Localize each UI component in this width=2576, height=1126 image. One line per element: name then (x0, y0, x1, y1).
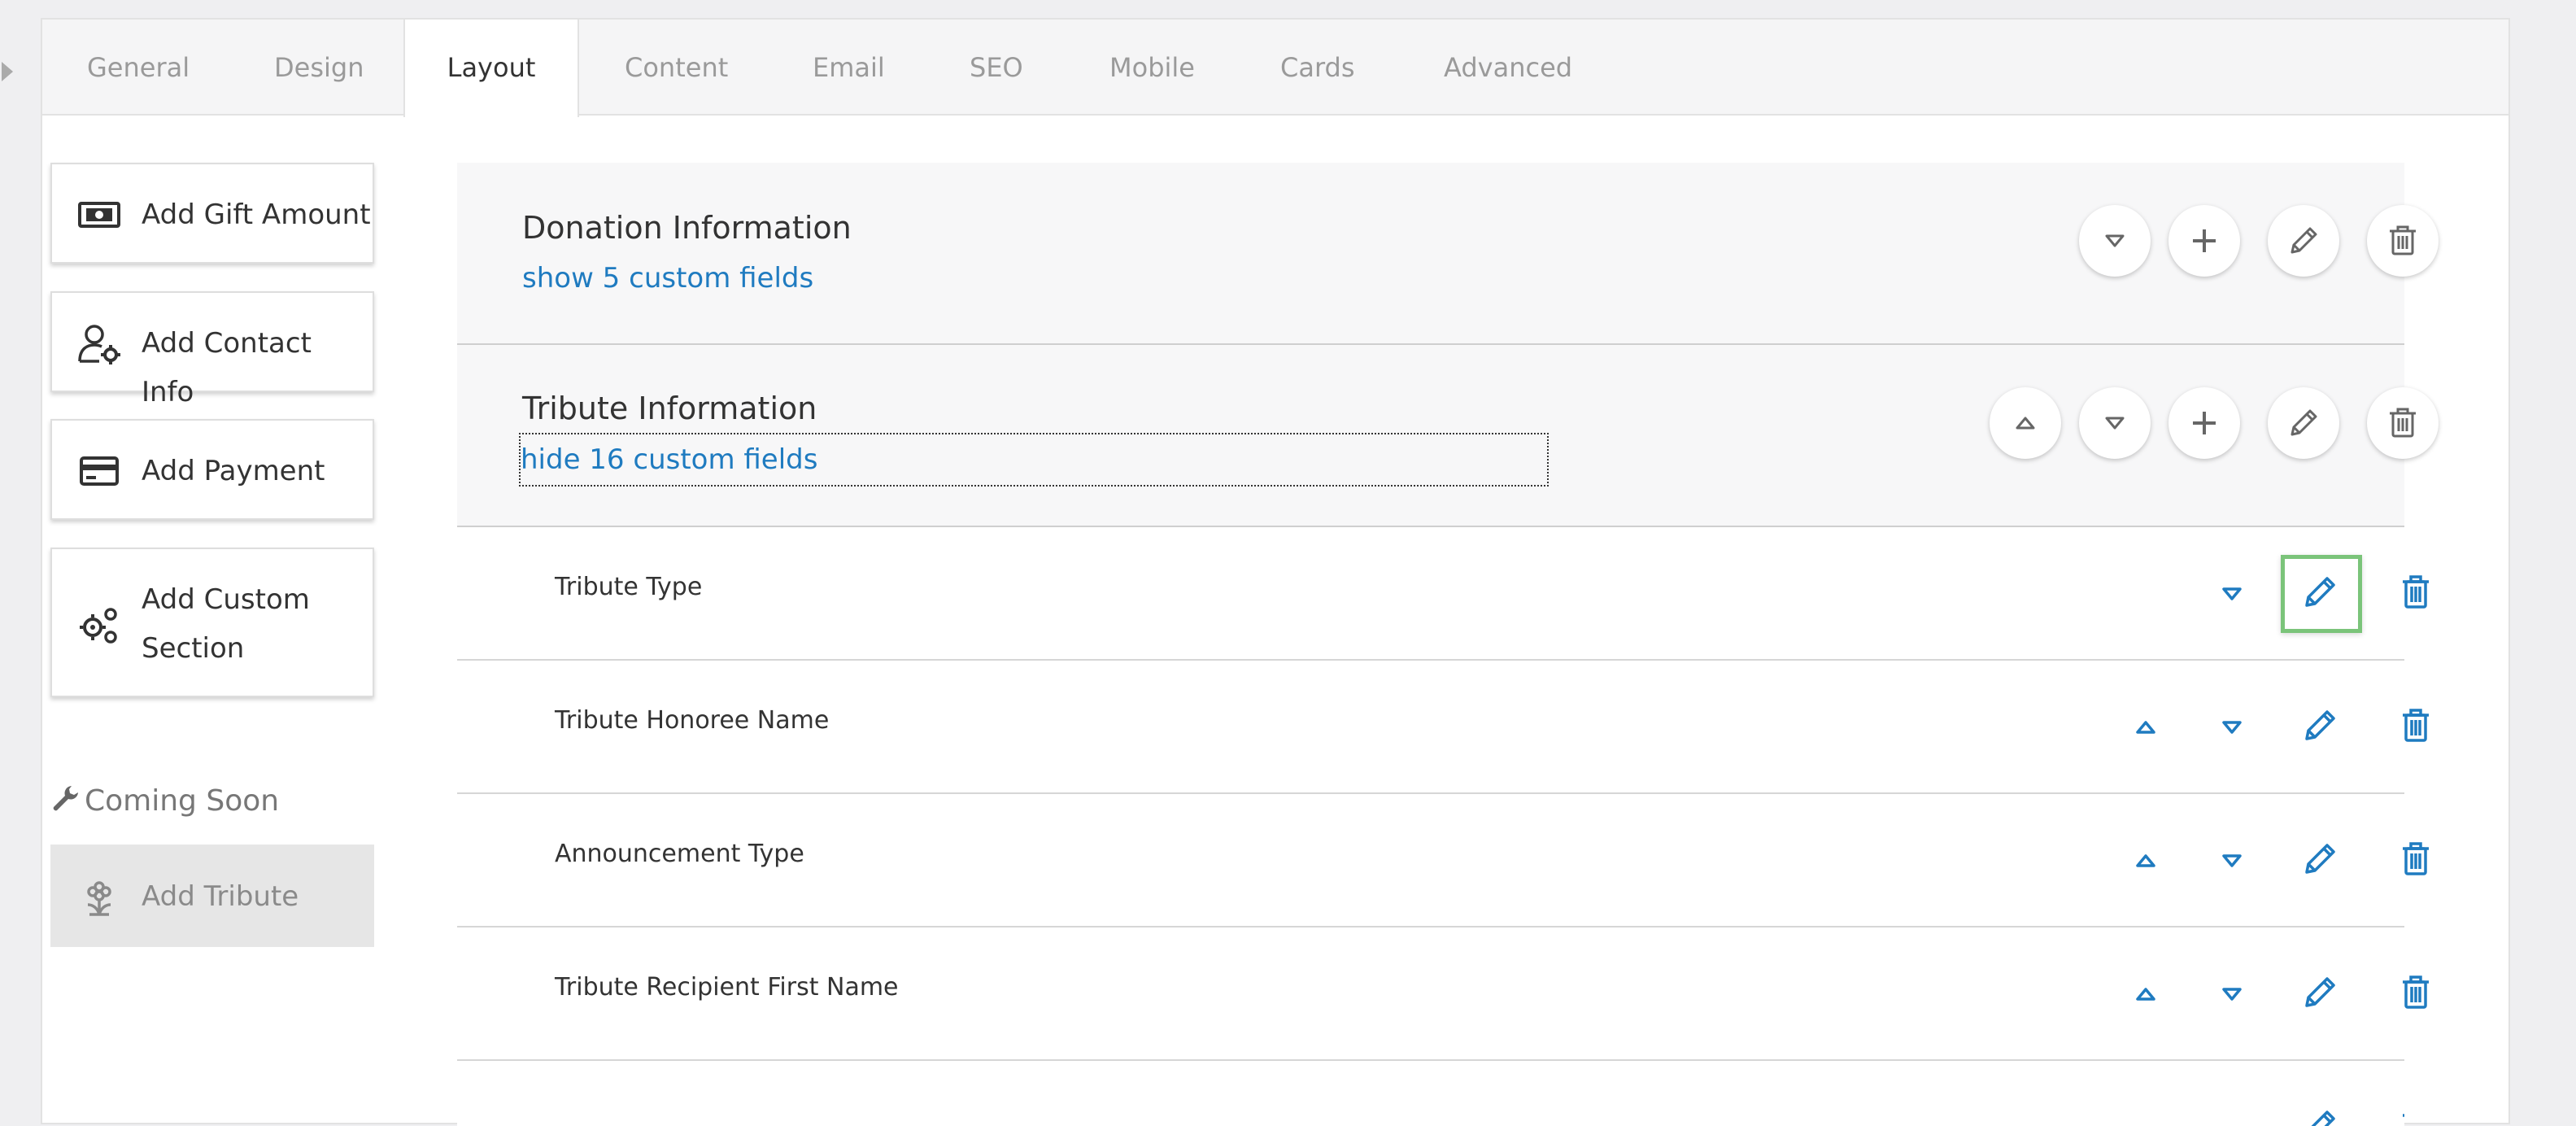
add-payment-button[interactable]: Add Payment (50, 419, 374, 520)
caret-up-icon (2136, 854, 2155, 867)
add-contact-info-label: Add Contact Info (142, 327, 312, 408)
section-tribute-information: Tribute Information hide 16 custom field… (457, 345, 2439, 527)
add-gift-amount-label: Add Gift Amount (142, 199, 371, 231)
edit-field-button[interactable] (2300, 706, 2339, 745)
delete-section-button[interactable] (2367, 205, 2439, 277)
trash-icon (2403, 1114, 2404, 1117)
caret-down-icon (2105, 417, 2125, 430)
tab-cards[interactable]: Cards (1280, 20, 1355, 116)
field-row: Tribute Honoree Name (457, 661, 2429, 794)
sidebar-collapse-arrow[interactable] (2, 62, 13, 81)
delete-section-button[interactable] (2367, 387, 2439, 459)
edit-section-button[interactable] (2268, 205, 2339, 277)
add-custom-section-label-line1: Add Custom (142, 583, 310, 616)
trash-icon (2390, 408, 2416, 438)
flower-icon (76, 874, 122, 919)
pencil-icon (2305, 577, 2335, 607)
tab-email[interactable]: Email (813, 20, 885, 116)
tab-design[interactable]: Design (274, 20, 364, 116)
add-contact-info-button[interactable]: Add Contact Info (50, 291, 374, 408)
move-down-button[interactable] (2212, 841, 2251, 880)
tab-content[interactable]: Content (625, 20, 728, 116)
field-row: Tribute Recipient First Name (457, 927, 2429, 1061)
credit-card-icon (76, 448, 122, 494)
hide-custom-fields-link[interactable]: hide 16 custom fields (519, 433, 1549, 487)
pencil-icon (2291, 227, 2317, 254)
move-up-button[interactable] (2126, 708, 2165, 747)
caret-down-icon (2105, 234, 2125, 247)
add-tribute-label: Add Tribute (142, 880, 299, 913)
field-name: Tribute Type (555, 573, 703, 601)
add-field-button[interactable] (2168, 205, 2240, 277)
add-gift-amount-button[interactable]: Add Gift Amount (50, 163, 374, 264)
delete-field-button[interactable] (2396, 706, 2435, 745)
section-title: Donation Information (522, 210, 852, 246)
field-row: Tribute Type (457, 527, 2429, 661)
tab-bar: General Design Layout Content Email SEO … (42, 20, 2508, 117)
section-title: Tribute Information (522, 391, 817, 426)
pencil-icon (2305, 710, 2335, 740)
plus-icon (2193, 412, 2216, 434)
move-down-button[interactable] (2079, 387, 2151, 459)
show-custom-fields-link[interactable]: show 5 custom fields (522, 262, 813, 295)
move-up-button[interactable] (1990, 387, 2061, 459)
caret-up-icon (2136, 721, 2155, 734)
field-row-partial (457, 1061, 2404, 1126)
add-custom-section-button[interactable]: Add Custom Section (50, 548, 374, 697)
edit-field-button[interactable] (2300, 573, 2339, 612)
wrench-icon (50, 783, 81, 814)
tab-advanced[interactable]: Advanced (1444, 20, 1572, 116)
tab-seo[interactable]: SEO (970, 20, 1023, 116)
caret-up-icon (2136, 988, 2155, 1001)
section-donation-information: Donation Information show 5 custom field… (457, 163, 2439, 345)
add-payment-label: Add Payment (142, 455, 325, 487)
move-down-button[interactable] (2079, 205, 2151, 277)
trash-icon (2403, 709, 2429, 742)
edit-field-button[interactable] (2300, 973, 2339, 1012)
move-down-button[interactable] (2212, 574, 2251, 613)
pencil-icon (2305, 844, 2335, 874)
caret-down-icon (2222, 587, 2242, 600)
user-gear-icon (76, 321, 122, 366)
delete-field-button[interactable] (2396, 1106, 2404, 1126)
tab-layout[interactable]: Layout (403, 20, 579, 117)
trash-icon (2390, 225, 2416, 255)
gears-icon (76, 601, 122, 647)
caret-down-icon (2222, 988, 2242, 1001)
move-down-button[interactable] (2212, 975, 2251, 1014)
coming-soon-heading: Coming Soon (50, 783, 279, 818)
trash-icon (2403, 842, 2429, 875)
tab-mobile[interactable]: Mobile (1109, 20, 1195, 116)
edit-field-button[interactable] (2300, 840, 2339, 879)
edit-section-button[interactable] (2268, 387, 2339, 459)
tab-general[interactable]: General (87, 20, 190, 116)
caret-down-icon (2222, 854, 2242, 867)
trash-icon (2403, 975, 2429, 1009)
delete-field-button[interactable] (2396, 973, 2435, 1012)
pencil-icon (2311, 1111, 2335, 1126)
move-up-button[interactable] (2126, 975, 2165, 1014)
add-tribute-button: Add Tribute (50, 844, 374, 947)
move-up-button[interactable] (2126, 841, 2165, 880)
trash-icon (2403, 575, 2429, 609)
field-row: Announcement Type (457, 794, 2429, 927)
edit-field-button[interactable] (2300, 1106, 2339, 1126)
delete-field-button[interactable] (2396, 573, 2435, 612)
caret-up-icon (2016, 417, 2035, 430)
caret-down-icon (2222, 721, 2242, 734)
move-down-button[interactable] (2212, 708, 2251, 747)
field-name: Announcement Type (555, 840, 804, 868)
money-bill-icon (76, 192, 122, 238)
pencil-icon (2305, 977, 2335, 1007)
field-name: Tribute Honoree Name (555, 706, 830, 735)
field-name: Tribute Recipient First Name (555, 973, 899, 1002)
add-custom-section-label-line2: Section (142, 632, 245, 665)
plus-icon (2193, 229, 2216, 252)
coming-soon-label: Coming Soon (85, 784, 280, 818)
delete-field-button[interactable] (2396, 840, 2435, 879)
add-field-button[interactable] (2168, 387, 2240, 459)
pencil-icon (2291, 409, 2317, 436)
